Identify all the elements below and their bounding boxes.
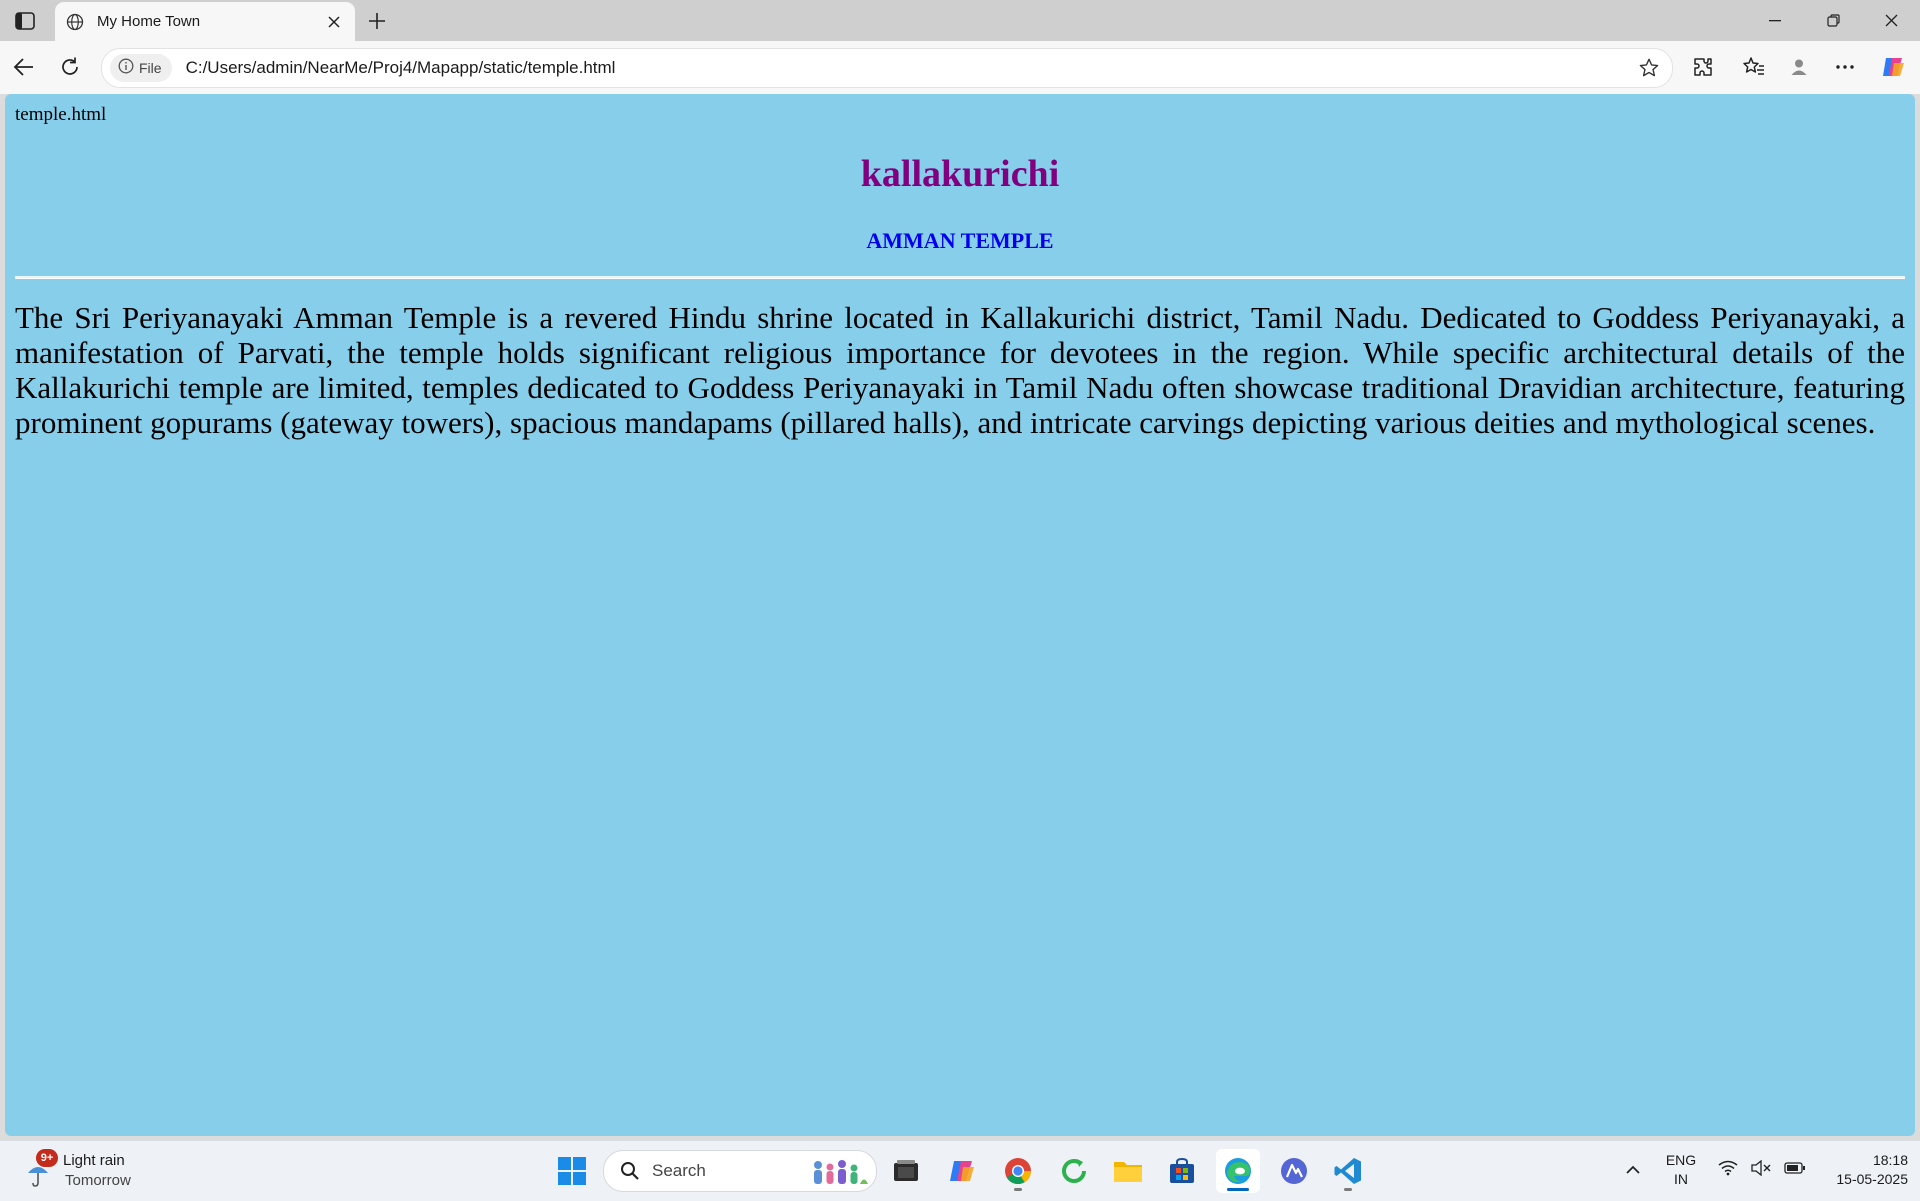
taskbar: 9+ Light rain Tomorrow Search ENG IN 18:… — [0, 1140, 1920, 1201]
file-explorer-icon[interactable] — [1106, 1149, 1150, 1193]
globe-icon — [65, 12, 85, 32]
url-text[interactable]: C:/Users/admin/NearMe/Proj4/Mapapp/stati… — [186, 58, 1634, 78]
running-indicator — [1014, 1188, 1022, 1191]
restore-icon[interactable] — [1810, 0, 1856, 41]
wifi-icon[interactable] — [1718, 1160, 1738, 1181]
file-label: temple.html — [15, 104, 107, 125]
browser-tab[interactable]: My Home Town — [55, 2, 355, 41]
new-tab-icon[interactable] — [362, 6, 392, 36]
volume-muted-icon[interactable] — [1751, 1159, 1771, 1181]
edge-icon[interactable] — [1216, 1149, 1260, 1193]
weather-widget[interactable]: 9+ Light rain Tomorrow — [20, 1149, 150, 1193]
task-view-icon[interactable] — [884, 1149, 928, 1193]
weather-when: Tomorrow — [65, 1172, 131, 1189]
taskbar-search[interactable]: Search — [603, 1150, 877, 1192]
sidebar-toggle-icon[interactable] — [10, 8, 40, 34]
page-viewport: temple.html kallakurichi AMMAN TEMPLE Th… — [5, 94, 1915, 1136]
active-indicator — [1227, 1188, 1249, 1191]
family-illustration-icon — [806, 1155, 870, 1187]
more-options-icon[interactable] — [1828, 50, 1862, 84]
microsoft-store-icon[interactable] — [1160, 1149, 1204, 1193]
favorites-icon[interactable] — [1737, 50, 1771, 84]
system-tray[interactable] — [1712, 1155, 1812, 1185]
vs-code-icon[interactable] — [1326, 1149, 1370, 1193]
tab-strip: My Home Town — [0, 0, 1920, 41]
profile-icon[interactable] — [1782, 50, 1816, 84]
weather-condition: Light rain — [63, 1152, 125, 1169]
back-icon[interactable] — [7, 50, 41, 84]
language-code: ENG — [1665, 1152, 1697, 1168]
description-paragraph: The Sri Periyanayaki Amman Temple is a r… — [15, 300, 1905, 440]
chevron-up-icon[interactable] — [1618, 1155, 1648, 1185]
tab-title: My Home Town — [97, 13, 201, 30]
page-subheading: AMMAN TEMPLE — [866, 228, 1054, 253]
minimize-icon[interactable] — [1752, 0, 1798, 41]
language-indicator[interactable]: ENG IN — [1660, 1151, 1702, 1189]
close-window-icon[interactable] — [1868, 0, 1914, 41]
search-label: Search — [652, 1161, 706, 1180]
address-bar[interactable]: File C:/Users/admin/NearMe/Proj4/Mapapp/… — [101, 48, 1673, 88]
windows-start-icon[interactable] — [552, 1151, 592, 1191]
chrome-icon[interactable] — [996, 1149, 1040, 1193]
clock-time: 18:18 — [1872, 1152, 1908, 1168]
running-indicator — [1344, 1188, 1352, 1191]
horizontal-rule — [15, 276, 1905, 279]
battery-icon[interactable] — [1783, 1161, 1806, 1179]
copilot-app-icon[interactable] — [940, 1149, 984, 1193]
search-icon — [618, 1159, 642, 1183]
refresh-icon[interactable] — [53, 50, 87, 84]
region-code: IN — [1674, 1171, 1688, 1187]
refresh-app-icon[interactable] — [1052, 1149, 1096, 1193]
page-heading: kallakurichi — [860, 153, 1060, 195]
ai-app-icon[interactable] — [1272, 1149, 1316, 1193]
site-info-button[interactable]: File — [110, 54, 172, 82]
copilot-icon[interactable] — [1876, 50, 1910, 84]
close-tab-icon[interactable] — [323, 11, 345, 33]
info-icon — [118, 58, 134, 79]
clock-date: 15-05-2025 — [1836, 1171, 1908, 1187]
clock[interactable]: 18:18 15-05-2025 — [1808, 1151, 1908, 1189]
notification-badge: 9+ — [36, 1149, 58, 1167]
browser-toolbar: File C:/Users/admin/NearMe/Proj4/Mapapp/… — [0, 41, 1920, 94]
favorite-star-icon[interactable] — [1634, 53, 1664, 83]
extensions-icon[interactable] — [1686, 50, 1720, 84]
site-info-label: File — [139, 60, 162, 76]
